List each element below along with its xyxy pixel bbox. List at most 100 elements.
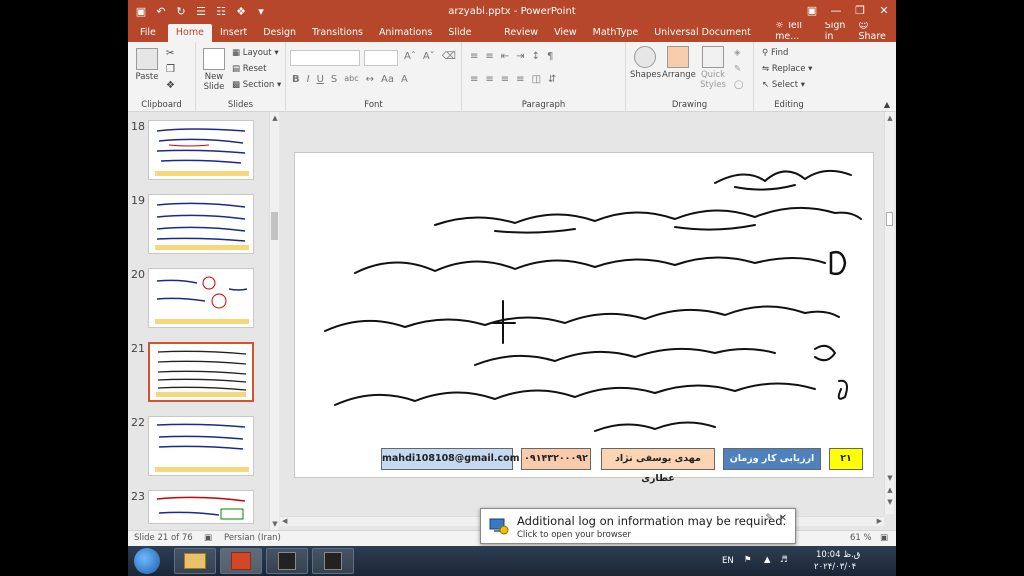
slide-thumbnail-22[interactable] [148,416,254,476]
underline-button[interactable]: U [317,74,324,85]
thumbnail-scrollbar[interactable]: ▲ ▼ [269,112,279,530]
bullets-icon[interactable]: ≡ [470,51,478,62]
char-spacing-button[interactable]: abc [344,74,358,85]
arrange-button[interactable]: Arrange [662,46,696,80]
close-notification-button[interactable]: ✕ [779,513,787,524]
slide-thumbnail-23[interactable] [148,490,254,524]
decrease-indent-icon[interactable]: ⇤ [501,51,509,62]
scroll-down-icon[interactable]: ▼ [885,474,895,482]
explorer-taskbar-button[interactable] [174,548,216,574]
slide-canvas[interactable]: mahdi108108@gmail.com ۰۹۱۴۳۲۰۰۰۹۲ مهدی ی… [294,152,874,484]
align-right-icon[interactable]: ≡ [501,74,509,85]
previous-slide-icon[interactable]: ▲ [885,486,895,494]
tab-slide-show[interactable]: Slide Show [440,24,496,56]
list-icon[interactable]: ☰ [194,5,208,18]
next-slide-icon[interactable]: ▼ [885,498,895,506]
case-icon[interactable]: Aa [381,74,394,85]
thumbnail-scroll-thumb[interactable] [271,212,278,240]
columns-icon[interactable]: ◫ [532,74,541,85]
flag-icon[interactable]: ⚑ [744,555,752,565]
strikethrough-button[interactable]: S [331,74,337,85]
slide-thumbnail-18[interactable] [148,120,254,180]
paint-icon[interactable]: ❖ [234,5,248,18]
options-icon[interactable]: ✎ [765,513,773,523]
align-center-icon[interactable]: ≡ [485,74,493,85]
section-button[interactable]: ▩ Section ▾ [232,80,281,90]
restore-button[interactable]: ❐ [848,0,872,22]
zoom-level[interactable]: 61 % [850,533,872,543]
cut-icon[interactable]: ✂ [166,48,174,59]
slide-scroll-thumb[interactable] [886,212,893,226]
slide-thumbnail-20[interactable] [148,268,254,328]
rtl-icon[interactable]: ¶ [547,51,553,62]
fit-slide-icon[interactable]: ▣ [880,533,888,543]
align-left-icon[interactable]: ≡ [470,74,478,85]
slide-scrollbar[interactable]: ▲ ▼ ▲ ▼ [884,112,894,514]
copy-icon[interactable]: ❐ [166,64,175,75]
tab-animations[interactable]: Animations [371,24,440,42]
columns-icon[interactable]: ☷ [214,5,228,18]
share-button[interactable]: ☺ Share [858,20,888,42]
format-painter-icon[interactable]: ❖ [166,80,175,91]
tab-insert[interactable]: Insert [212,24,255,42]
font-color-icon[interactable]: A [401,74,408,85]
clock-date[interactable]: ۲۰۲۴/۰۳/۰۴ [814,562,856,572]
select-button[interactable]: ↖ Select ▾ [762,80,805,90]
tab-review[interactable]: Review [496,24,546,42]
quick-styles-button[interactable]: Quick Styles [698,46,728,90]
shape-effects-icon[interactable]: ◯ [734,80,744,90]
tab-view[interactable]: View [546,24,585,42]
tab-file[interactable]: File [128,24,168,42]
numbering-icon[interactable]: ≡ [485,51,493,62]
tab-home[interactable]: Home [167,24,212,42]
tab-transitions[interactable]: Transitions [304,24,371,42]
minimize-button[interactable]: — [824,0,848,22]
shape-outline-icon[interactable]: ✎ [734,64,741,74]
layout-button[interactable]: ▦ Layout ▾ [232,48,279,58]
spell-check-icon[interactable]: ▣ [204,533,212,543]
spacing-icon[interactable]: ↔ [366,74,374,85]
customize-qat-icon[interactable]: ▾ [254,5,268,18]
notification-balloon[interactable]: Additional log on information may be req… [480,508,796,544]
tab-design[interactable]: Design [255,24,304,42]
powerpoint-taskbar-button[interactable] [220,548,262,574]
new-slide-button[interactable]: New Slide [200,48,228,92]
scroll-left-icon[interactable]: ◀ [282,517,287,525]
replace-button[interactable]: ⇋ Replace ▾ [762,64,812,74]
paste-button[interactable]: Paste [134,48,160,82]
scroll-up-icon[interactable]: ▲ [885,114,895,122]
justify-icon[interactable]: ≡ [516,74,524,85]
increase-indent-icon[interactable]: ⇥ [516,51,524,62]
tab-mathtype[interactable]: MathType [585,24,647,42]
clock-time[interactable]: 10:04 ق.ظ [816,550,860,560]
line-spacing-icon[interactable]: ↕ [532,51,540,62]
shrink-font-icon[interactable]: Aˇ [423,51,435,62]
tab-universal-document-converter[interactable]: Universal Document Converter [646,24,775,56]
save-icon[interactable]: ▣ [134,5,148,18]
tell-me-box[interactable]: ☼ Tell me... [775,20,815,42]
grow-font-icon[interactable]: Aˆ [404,51,416,62]
sign-in-link[interactable]: Sign in [825,20,849,42]
slide-thumbnail-21[interactable] [148,342,254,402]
app-taskbar-button-1[interactable] [266,548,308,574]
volume-icon[interactable]: ♬ [780,555,788,565]
shape-fill-icon[interactable]: ◈ [734,48,741,58]
font-name-box[interactable] [290,50,360,66]
find-button[interactable]: ⚲ Find [762,48,788,58]
shapes-button[interactable]: Shapes [630,46,661,80]
close-button[interactable]: ✕ [872,0,896,22]
clear-format-icon[interactable]: ⌫ [442,51,456,62]
start-button[interactable] [134,548,160,574]
scroll-down-icon[interactable]: ▼ [270,520,280,528]
text-direction-icon[interactable]: ⇵ [548,74,556,85]
app-taskbar-button-2[interactable] [312,548,354,574]
bold-button[interactable]: B [292,74,300,85]
scroll-right-icon[interactable]: ▶ [877,517,882,525]
italic-button[interactable]: I [307,74,310,85]
network-icon[interactable]: ▲ [764,555,771,565]
redo-icon[interactable]: ↻ [174,5,188,18]
reset-button[interactable]: ▤ Reset [232,64,266,74]
collapse-ribbon-icon[interactable]: ▲ [884,100,890,109]
scroll-up-icon[interactable]: ▲ [270,114,280,122]
input-language[interactable]: EN [722,556,734,566]
